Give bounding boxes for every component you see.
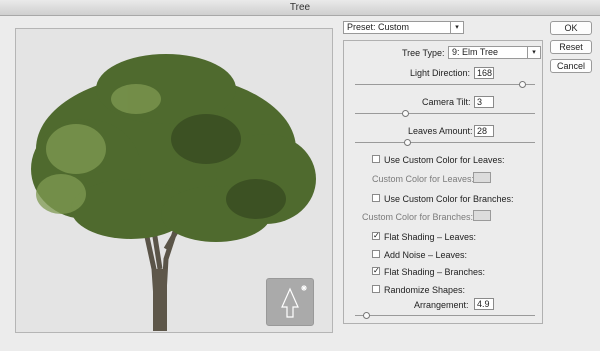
- preset-value: Custom: [378, 22, 410, 32]
- light-direction-input[interactable]: 168: [474, 67, 494, 79]
- chevron-down-icon: ▾: [450, 22, 463, 33]
- cancel-button[interactable]: Cancel: [550, 59, 592, 73]
- window-title: Tree: [0, 0, 600, 16]
- reset-button[interactable]: Reset: [550, 40, 592, 54]
- leaves-amount-label: Leaves Amount:: [408, 126, 473, 136]
- add-noise-leaves-label: Add Noise – Leaves:: [384, 250, 468, 260]
- arrangement-label: Arrangement:: [414, 300, 469, 310]
- tree-outline-icon: [281, 285, 307, 318]
- slider-thumb[interactable]: [402, 110, 409, 117]
- light-direction-label: Light Direction:: [410, 68, 471, 78]
- tree-preview: [15, 28, 333, 333]
- use-custom-color-branches-label: Use Custom Color for Branches:: [384, 194, 514, 204]
- custom-color-leaves-swatch[interactable]: [473, 172, 491, 183]
- tree-type-label: Tree Type:: [402, 48, 445, 58]
- custom-color-leaves-label: Custom Color for Leaves:: [372, 174, 475, 184]
- randomize-shapes-label: Randomize Shapes:: [384, 285, 466, 295]
- flat-shading-branches-label: Flat Shading – Branches:: [384, 267, 486, 277]
- chevron-down-icon: ▾: [527, 47, 540, 58]
- slider-thumb[interactable]: [363, 312, 370, 319]
- camera-tilt-slider[interactable]: [355, 110, 535, 117]
- leaves-amount-slider[interactable]: [355, 139, 535, 146]
- arrangement-slider[interactable]: [355, 312, 535, 319]
- slider-thumb[interactable]: [519, 81, 526, 88]
- camera-tilt-input[interactable]: 3: [474, 96, 494, 108]
- preset-label: Preset:: [347, 22, 376, 32]
- arrangement-input[interactable]: 4.9: [474, 298, 494, 310]
- add-noise-leaves-checkbox[interactable]: [372, 250, 380, 258]
- tree-thumbnail-button[interactable]: [266, 278, 314, 326]
- tree-type-select[interactable]: 9: Elm Tree ▾: [448, 46, 541, 59]
- use-custom-color-branches-checkbox[interactable]: [372, 194, 380, 202]
- flat-shading-leaves-checkbox[interactable]: ✓: [372, 232, 380, 240]
- flat-shading-branches-checkbox[interactable]: ✓: [372, 267, 380, 275]
- leaves-amount-input[interactable]: 28: [474, 125, 494, 137]
- randomize-shapes-checkbox[interactable]: [372, 285, 380, 293]
- flat-shading-leaves-label: Flat Shading – Leaves:: [384, 232, 477, 242]
- light-direction-slider[interactable]: [355, 81, 535, 88]
- custom-color-branches-label: Custom Color for Branches:: [362, 212, 474, 222]
- slider-thumb[interactable]: [404, 139, 411, 146]
- tree-type-value: 9: Elm Tree: [452, 47, 499, 57]
- ok-button[interactable]: OK: [550, 21, 592, 35]
- use-custom-color-leaves-label: Use Custom Color for Leaves:: [384, 155, 505, 165]
- preset-select[interactable]: Preset: Custom ▾: [343, 21, 464, 34]
- camera-tilt-label: Camera Tilt:: [422, 97, 471, 107]
- use-custom-color-leaves-checkbox[interactable]: [372, 155, 380, 163]
- custom-color-branches-swatch[interactable]: [473, 210, 491, 221]
